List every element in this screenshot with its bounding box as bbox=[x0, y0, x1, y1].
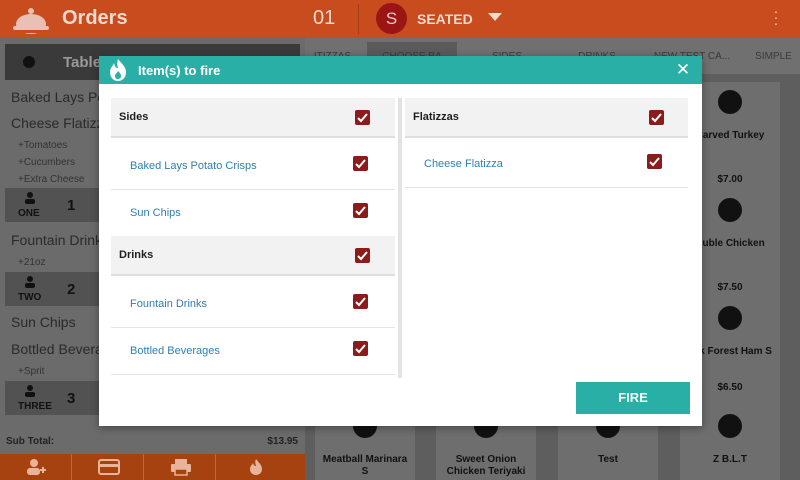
fire-item-label: Fountain Drinks bbox=[130, 298, 208, 310]
menu-item-name: Meatball Marinara S bbox=[322, 454, 408, 477]
action-bar bbox=[0, 454, 305, 480]
table-status[interactable]: SEATED bbox=[417, 11, 473, 27]
fire-item-label: Cheese Flatizza bbox=[424, 158, 503, 170]
menu-item-name: Sweet Onion Chicken Teriyaki bbox=[446, 454, 526, 477]
item-checkbox[interactable] bbox=[647, 154, 662, 169]
group-header-flatizzas[interactable]: Flatizzas bbox=[405, 98, 688, 138]
dialog-title: Item(s) to fire bbox=[138, 63, 221, 78]
fire-item-label: Baked Lays Potato Crisps bbox=[130, 160, 257, 172]
tab-category[interactable]: SIMPLE bbox=[747, 42, 800, 72]
person-icon bbox=[25, 276, 35, 288]
more-vert-icon[interactable]: · · · bbox=[770, 4, 782, 30]
subtotal-value: $13.95 bbox=[267, 436, 298, 447]
checkmark-icon bbox=[649, 157, 660, 167]
seat-count: 1 bbox=[67, 197, 76, 214]
subtotal-label: Sub Total: bbox=[6, 436, 55, 447]
order-item[interactable]: Baked Lays Po bbox=[11, 89, 105, 105]
fire-order-button[interactable] bbox=[216, 454, 305, 480]
checkmark-icon bbox=[355, 159, 366, 169]
group-label: Flatizzas bbox=[413, 111, 459, 123]
close-icon[interactable]: ✕ bbox=[674, 61, 692, 79]
group-label: Sides bbox=[119, 111, 149, 123]
seat-name: ONE bbox=[18, 208, 40, 219]
credit-card-icon bbox=[98, 459, 120, 475]
checkmark-icon bbox=[357, 251, 368, 261]
seat-count: 3 bbox=[67, 390, 76, 407]
group-checkbox[interactable] bbox=[355, 248, 370, 263]
menu-item-name: Test bbox=[598, 454, 618, 465]
order-item[interactable]: Fountain Drink bbox=[11, 232, 102, 248]
item-checkbox[interactable] bbox=[353, 156, 368, 171]
checkmark-icon bbox=[355, 297, 366, 307]
chevron-down-icon[interactable] bbox=[488, 13, 502, 21]
checkmark-icon bbox=[357, 113, 368, 123]
seat-name: THREE bbox=[18, 401, 52, 412]
menu-item-icon bbox=[718, 306, 742, 330]
item-checkbox[interactable] bbox=[353, 341, 368, 356]
fire-item-row[interactable]: Bottled Beverages bbox=[111, 329, 395, 375]
add-guest-button[interactable] bbox=[0, 454, 72, 480]
menu-item-icon bbox=[718, 90, 742, 114]
order-item[interactable]: Sun Chips bbox=[11, 314, 76, 330]
cloche-icon bbox=[10, 8, 52, 34]
page-title: Orders bbox=[62, 7, 128, 29]
menu-item-icon bbox=[718, 198, 742, 222]
top-bar: Orders 01 S SEATED · · · bbox=[0, 0, 800, 38]
group-label: Drinks bbox=[119, 249, 154, 261]
seat-name: TWO bbox=[18, 292, 42, 303]
dialog-header: Item(s) to fire ✕ bbox=[99, 56, 702, 84]
group-header-sides[interactable]: Sides bbox=[111, 98, 395, 138]
order-item[interactable]: Cheese Flatizz bbox=[11, 115, 104, 131]
flame-icon bbox=[250, 459, 262, 475]
order-modifier: +Cucumbers bbox=[18, 157, 75, 168]
fire-item-label: Sun Chips bbox=[130, 207, 181, 219]
fire-button[interactable]: FIRE bbox=[576, 382, 690, 414]
fire-items-dialog: Item(s) to fire ✕ Sides Baked Lays Potat… bbox=[99, 56, 702, 426]
table-label: Table bbox=[63, 54, 102, 71]
order-modifier: +Tomatoes bbox=[18, 140, 68, 151]
table-icon bbox=[23, 56, 35, 68]
checkmark-icon bbox=[355, 344, 366, 354]
printer-icon bbox=[171, 459, 191, 476]
person-icon bbox=[25, 385, 35, 397]
menu-item-icon bbox=[718, 414, 742, 438]
group-checkbox[interactable] bbox=[355, 110, 370, 125]
payment-button[interactable] bbox=[72, 454, 144, 480]
order-modifier: +Sprit bbox=[18, 366, 45, 377]
table-number[interactable]: 01 bbox=[313, 7, 335, 30]
order-item[interactable]: Bottled Bevera bbox=[11, 341, 103, 357]
order-modifier: +21oz bbox=[18, 257, 46, 268]
add-person-icon bbox=[27, 459, 46, 475]
fire-item-row[interactable]: Sun Chips bbox=[111, 191, 395, 237]
checkmark-icon bbox=[355, 206, 366, 216]
person-icon bbox=[25, 192, 35, 204]
fire-item-row[interactable]: Cheese Flatizza bbox=[405, 142, 688, 188]
group-checkbox[interactable] bbox=[649, 110, 664, 125]
column-divider bbox=[398, 98, 402, 378]
fire-item-label: Bottled Beverages bbox=[130, 345, 220, 357]
divider bbox=[358, 4, 359, 34]
checkmark-icon bbox=[651, 113, 662, 123]
seat-count: 2 bbox=[67, 281, 76, 298]
order-modifier: +Extra Cheese bbox=[18, 174, 85, 185]
item-checkbox[interactable] bbox=[353, 294, 368, 309]
subtotal-row: Sub Total: $13.95 bbox=[0, 432, 305, 452]
group-header-drinks[interactable]: Drinks bbox=[111, 236, 395, 276]
server-avatar[interactable]: S bbox=[376, 3, 407, 34]
fire-item-row[interactable]: Baked Lays Potato Crisps bbox=[111, 144, 395, 190]
print-button[interactable] bbox=[144, 454, 216, 480]
fire-item-row[interactable]: Fountain Drinks bbox=[111, 282, 395, 328]
flame-icon bbox=[110, 59, 126, 81]
item-checkbox[interactable] bbox=[353, 203, 368, 218]
menu-item-name: Z B.L.T bbox=[713, 454, 747, 465]
